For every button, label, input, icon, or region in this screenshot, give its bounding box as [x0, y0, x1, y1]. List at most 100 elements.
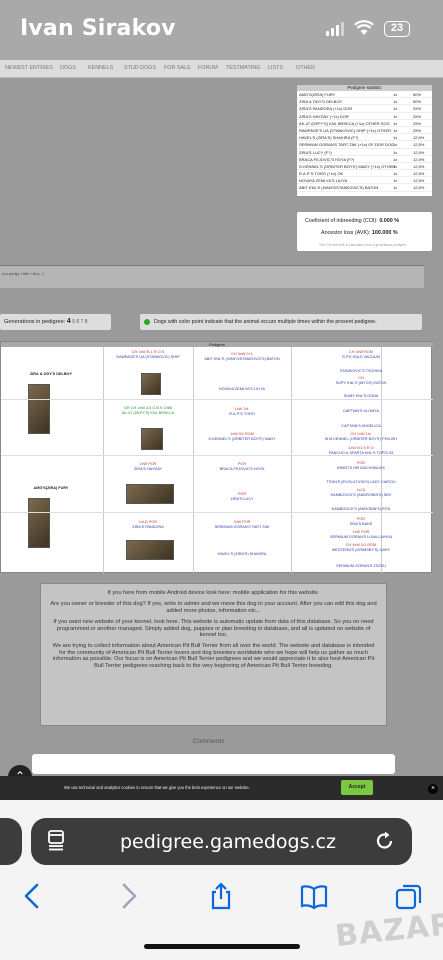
avk-value: 100.000 %	[371, 230, 398, 236]
gen4-dog-name[interactable]: KAMBOOCK'S (ANDROBIN'S) SBV	[293, 493, 429, 498]
dam-photo[interactable]	[28, 498, 50, 548]
gen3-dog-titles: 1xW 0/1 ROM	[230, 432, 254, 436]
cookie-accept-button[interactable]: Accept	[341, 780, 373, 795]
stats-row: AMG'S(ZIRA) FURY 1x 50%	[297, 91, 432, 99]
avk-label: Ancestor loss (AVK):	[321, 230, 371, 236]
row-divider	[1, 512, 433, 513]
gen3-dog-name[interactable]: ABIT KNL'S (IVAN'S/STANKOVIC'S) BATON	[195, 357, 289, 362]
gen4-dog-name[interactable]: M.M KENNEL (ORBITER BOYS') PHILISH	[293, 437, 429, 442]
gen4-dog-name[interactable]: SUMY KNL'S DONA	[293, 394, 429, 399]
stats-row: HAVEL'S (ZIRA'S) SHAKIRA (F?) 1x 12,5%	[297, 134, 432, 142]
gen3-dog-name[interactable]: HAVEL'S (ZIRA'S) SHAKIRA	[195, 552, 289, 557]
stats-count: 1x	[393, 92, 398, 97]
stats-row: ZIRA & ODY'S DELBOY 1x 50%	[297, 98, 432, 106]
stats-count: 1x	[393, 135, 398, 141]
gen2-dog-name[interactable]: AK-47 (DEFY'S) KNL BRSKCA	[105, 411, 191, 416]
gen2-dog-photo[interactable]	[141, 428, 163, 450]
gen4-dog-name[interactable]: STANKOVIC'S TSCHIKA	[293, 369, 429, 374]
stats-percent: 12,5%	[413, 185, 425, 191]
gen3-dog-name[interactable]: BRACA FEJOVIC'S HOYA	[195, 467, 289, 472]
tabs-icon[interactable]	[395, 882, 423, 910]
gen4-dog-name[interactable]: CAPTAIN'S KLOMYA	[293, 409, 429, 414]
stats-dog-name[interactable]: SERMIUM GORAN'S TART-TAK (+1x) OF DOR DO…	[299, 142, 394, 147]
nav-testmating[interactable]: TESTMATING	[226, 65, 260, 71]
stats-row: ZIRA'S LUCY (F?) 1x 12,5%	[297, 149, 432, 156]
gen4-dog-name[interactable]: ZIVA'S BAKE	[293, 522, 429, 527]
gen4-dog-name[interactable]: SERMIUM GORAN'S LUNA-LUKKIA	[293, 535, 429, 540]
info-mobile[interactable]: If you here from mobile Android device l…	[49, 590, 378, 596]
close-icon[interactable]: ×	[428, 784, 438, 794]
stats-row: ZIRA'S HAYDAY (+1x) DOR 1x 25%	[297, 113, 432, 120]
stats-dog-name[interactable]: ZIRA & ODY'S DELBOY	[299, 99, 342, 104]
nav-newest[interactable]: NEWEST ENTRIES	[5, 65, 53, 71]
sire-photo[interactable]	[28, 384, 50, 434]
nav-lists[interactable]: LISTS	[268, 65, 283, 71]
generations-options[interactable]: 5 6 7 8	[72, 319, 87, 325]
gen4-dog-name[interactable]: WESTERN'S (GRIMSBY'S) GARY	[293, 548, 429, 553]
gen2-dog-photo[interactable]	[126, 540, 174, 560]
reload-icon[interactable]	[374, 830, 396, 852]
generations-current[interactable]: 4	[67, 318, 71, 325]
coi-box: Coeficient of inbreeding (COI): 0.000 % …	[296, 211, 433, 252]
gen3-dog-name[interactable]: ZIRA'S LUCY	[195, 497, 289, 502]
gen2-dog-name[interactable]: ZIRA'S HAYDAY	[105, 467, 191, 472]
stats-dog-name[interactable]: G.KENNEL'S (ORBITER BOYS') MADY (+1x) OT…	[299, 164, 395, 169]
stats-dog-name[interactable]: HAVEL'S (ZIRA'S) SHAKIRA (F?)	[299, 135, 358, 140]
stats-percent: 12,5%	[413, 149, 425, 155]
gen4-dog-name[interactable]: KAMBOOCK'S (ANROBIN'S) RITA	[293, 507, 429, 512]
stats-dog-name[interactable]: R.A.P.'S TORO (+1x) OK	[299, 171, 343, 176]
previous-tab-pill[interactable]	[0, 818, 22, 865]
comment-input[interactable]	[32, 754, 395, 774]
gen2-dog-name[interactable]: ZIRA'S PANDORA	[105, 525, 191, 530]
row-divider	[1, 455, 433, 456]
back-icon[interactable]	[19, 882, 47, 910]
url-text[interactable]: pedigree.gamedogs.cz	[120, 831, 336, 853]
column-divider	[193, 347, 194, 573]
stats-count: 1x	[393, 171, 398, 177]
stats-dog-name[interactable]: RAMPAGE'S UA (STANKOVIC) SHIP (+1x) OTHE…	[299, 128, 391, 133]
forward-icon[interactable]	[114, 882, 142, 910]
duplicate-note-text: Dogs with color point indicate that the …	[154, 319, 377, 325]
share-icon[interactable]	[207, 882, 235, 910]
gen4-dog-name[interactable]: KBIBTI'S MR MACHOBUCK	[293, 466, 429, 471]
gen4-dog-titles: CH 4xW 0/1 ROM	[345, 543, 377, 547]
stats-dog-name[interactable]: AMG'S(ZIRA) FURY	[299, 92, 335, 97]
stats-percent: 50%	[413, 92, 422, 97]
stats-dog-name[interactable]: BRACA FEJOVIC'S HOYA (F?)	[299, 157, 354, 162]
stats-dog-name[interactable]: ZIRA'S LUCY (F?)	[299, 150, 332, 155]
nav-kennels[interactable]: KENNELS	[88, 65, 113, 71]
stats-dog-name[interactable]: NOVAYA ZEMLYA'S LILIYA	[299, 178, 347, 183]
gen3-dog-name[interactable]: R.A.P.'S TORO	[195, 412, 289, 417]
gen4-dog-name[interactable]: CAPTAIN'S ANGELICA	[293, 424, 429, 429]
gen4-dog-name[interactable]: SERMIUM GORAN'S ZSZSU	[293, 564, 429, 569]
sire-name[interactable]: ZIRA & ODY'S DELBOY	[1, 372, 101, 377]
dam-name[interactable]: AMG'S(ZIRA) FURY	[1, 486, 101, 491]
gen4-dog-titles: CH	[358, 376, 364, 380]
bookmarks-icon[interactable]	[300, 882, 328, 910]
gen3-dog-name[interactable]: NOVAYA ZEMLYA'S LILIYA	[195, 387, 289, 392]
gen3-dog-name[interactable]: SERMIUM GORAN'S TART-TAK	[195, 525, 289, 530]
stats-dog-name[interactable]: ZIRA'S PANDORA (+1x) DOR	[299, 106, 352, 111]
gen3-dog-name[interactable]: G.KENNEL'S (ORBITER BOYS') MADY	[195, 437, 289, 442]
stats-dog-name[interactable]: ABIT KNL'S (IVAN'S/STANKOVIC'S) BATON	[299, 185, 378, 190]
nav-stud-dogs[interactable]: STUD DOGS	[124, 65, 156, 71]
gen4-dog-name[interactable]: R.P.E KNLS VACUUM	[293, 355, 429, 360]
stats-dog-name[interactable]: AK-47 (DEFY'S) KNL BRSKCA (+1x) OTHER DO…	[299, 121, 390, 126]
gen4-dog-name[interactable]: TITAN'S (EVOLUTION'S) LADY CAIROU	[293, 480, 429, 485]
coi-note: The COI and AVK is calculated from 4 gen…	[319, 243, 407, 247]
gen2-dog-titles: CH 1xW B-1 R.O.S	[131, 350, 165, 354]
nav-forum[interactable]: FORUM	[198, 65, 218, 71]
page-menu-icon[interactable]	[46, 829, 66, 851]
nav-dogs[interactable]: DOGS	[60, 65, 76, 71]
stats-percent: 25%	[413, 127, 422, 133]
stats-dog-name[interactable]: ZIRA'S HAYDAY (+1x) DOR	[299, 114, 349, 119]
gen2-dog-photo[interactable]	[141, 373, 161, 395]
gen4-dog-titles: 1xW 0/1 S.R.O	[348, 446, 374, 450]
gen2-dog-name[interactable]: RAMPAGE'S UA (STANKOVIC) SHIP	[105, 355, 191, 360]
stats-count: 1x	[393, 99, 398, 105]
gen2-dog-photo[interactable]	[126, 484, 174, 504]
stats-row: AK-47 (DEFY'S) KNL BRSKCA (+1x) OTHER DO…	[297, 120, 432, 127]
nav-for-sale[interactable]: FOR SALE	[164, 65, 191, 71]
gen4-dog-name[interactable]: SUPY KNL'S (MYCH) EATON	[293, 381, 429, 386]
nav-other[interactable]: OTHER	[296, 65, 315, 71]
